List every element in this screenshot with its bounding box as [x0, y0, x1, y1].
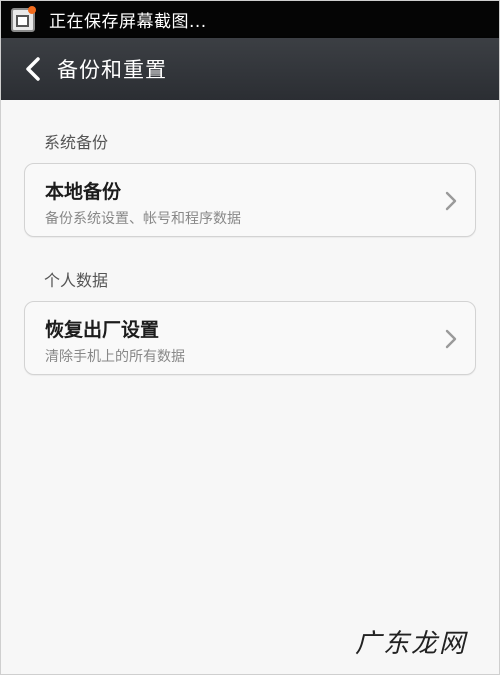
chevron-right-icon	[445, 329, 457, 349]
chevron-right-icon	[445, 191, 457, 211]
status-bar: 正在保存屏幕截图...	[1, 1, 499, 38]
factory-reset-item[interactable]: 恢复出厂设置 清除手机上的所有数据	[24, 301, 476, 375]
section-title-system-backup: 系统备份	[44, 133, 109, 152]
settings-content: 系统备份 本地备份 备份系统设置、帐号和程序数据 个人数据 恢复出厂设置 清除手…	[1, 100, 499, 674]
item-title: 本地备份	[45, 181, 122, 203]
screen-frame: 正在保存屏幕截图... 备份和重置 系统备份 本地备份 备份系统设置、帐号和程序…	[0, 0, 500, 675]
item-subtitle: 清除手机上的所有数据	[45, 349, 185, 365]
section-title-personal-data: 个人数据	[44, 271, 109, 290]
chevron-left-icon[interactable]	[17, 52, 51, 86]
action-bar: 备份和重置	[1, 38, 499, 100]
screenshot-icon	[11, 5, 36, 32]
item-subtitle: 备份系统设置、帐号和程序数据	[45, 211, 241, 227]
page-title: 备份和重置	[57, 58, 167, 82]
item-title: 恢复出厂设置	[45, 319, 160, 341]
watermark: 广东龙网	[354, 629, 467, 659]
local-backup-item[interactable]: 本地备份 备份系统设置、帐号和程序数据	[24, 163, 476, 237]
status-text: 正在保存屏幕截图...	[49, 12, 207, 32]
